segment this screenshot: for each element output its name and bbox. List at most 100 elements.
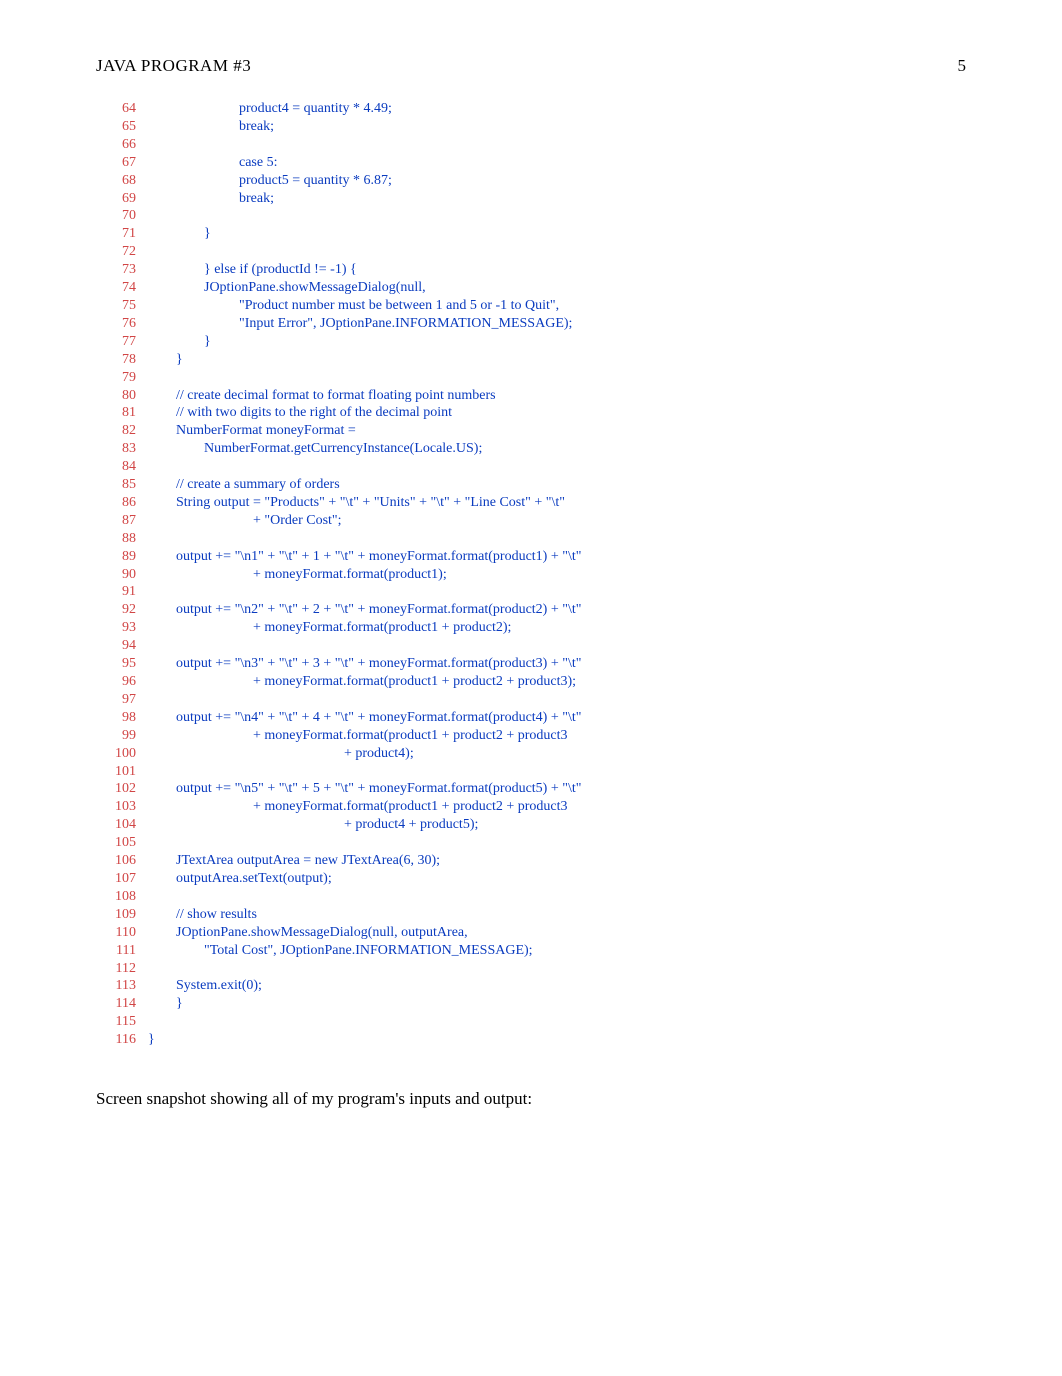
code-line: 84 bbox=[96, 458, 966, 476]
code-text bbox=[136, 637, 148, 655]
code-line: 79 bbox=[96, 369, 966, 387]
code-text bbox=[136, 834, 148, 852]
code-line: 97 bbox=[96, 691, 966, 709]
line-number: 104 bbox=[96, 816, 136, 834]
code-line: 113 System.exit(0); bbox=[96, 977, 966, 995]
code-line: 109 // show results bbox=[96, 906, 966, 924]
code-text: } bbox=[136, 225, 211, 243]
line-number: 66 bbox=[96, 136, 136, 154]
code-text bbox=[136, 1013, 148, 1031]
line-number: 94 bbox=[96, 637, 136, 655]
line-number: 99 bbox=[96, 727, 136, 745]
code-line: 74 JOptionPane.showMessageDialog(null, bbox=[96, 279, 966, 297]
code-text: // with two digits to the right of the d… bbox=[136, 404, 452, 422]
code-line: 70 bbox=[96, 207, 966, 225]
line-number: 106 bbox=[96, 852, 136, 870]
code-text bbox=[136, 136, 148, 154]
line-number: 68 bbox=[96, 172, 136, 190]
line-number: 114 bbox=[96, 995, 136, 1013]
line-number: 105 bbox=[96, 834, 136, 852]
code-line: 73 } else if (productId != -1) { bbox=[96, 261, 966, 279]
code-text: + moneyFormat.format(product1 + product2… bbox=[136, 727, 568, 745]
line-number: 67 bbox=[96, 154, 136, 172]
line-number: 115 bbox=[96, 1013, 136, 1031]
code-line: 86 String output = "Products" + "\t" + "… bbox=[96, 494, 966, 512]
line-number: 98 bbox=[96, 709, 136, 727]
code-line: 83 NumberFormat.getCurrencyInstance(Loca… bbox=[96, 440, 966, 458]
code-text: "Product number must be between 1 and 5 … bbox=[136, 297, 559, 315]
line-number: 108 bbox=[96, 888, 136, 906]
code-line: 95 output += "\n3" + "\t" + 3 + "\t" + m… bbox=[96, 655, 966, 673]
line-number: 116 bbox=[96, 1031, 136, 1049]
line-number: 78 bbox=[96, 351, 136, 369]
code-text: output += "\n2" + "\t" + 2 + "\t" + mone… bbox=[136, 601, 581, 619]
code-line: 100 + product4); bbox=[96, 745, 966, 763]
code-line: 104 + product4 + product5); bbox=[96, 816, 966, 834]
code-text: } bbox=[136, 333, 211, 351]
code-text: // show results bbox=[136, 906, 257, 924]
code-text: System.exit(0); bbox=[136, 977, 262, 995]
code-line: 89 output += "\n1" + "\t" + 1 + "\t" + m… bbox=[96, 548, 966, 566]
line-number: 88 bbox=[96, 530, 136, 548]
code-text: } bbox=[136, 1031, 155, 1049]
header-title: JAVA PROGRAM #3 bbox=[96, 56, 251, 76]
code-line: 112 bbox=[96, 960, 966, 978]
code-text: JOptionPane.showMessageDialog(null, outp… bbox=[136, 924, 468, 942]
code-text: output += "\n1" + "\t" + 1 + "\t" + mone… bbox=[136, 548, 581, 566]
line-number: 101 bbox=[96, 763, 136, 781]
code-line: 114 } bbox=[96, 995, 966, 1013]
code-text: "Input Error", JOptionPane.INFORMATION_M… bbox=[136, 315, 572, 333]
line-number: 81 bbox=[96, 404, 136, 422]
line-number: 109 bbox=[96, 906, 136, 924]
code-text: } bbox=[136, 995, 183, 1013]
code-line: 78 } bbox=[96, 351, 966, 369]
code-line: 92 output += "\n2" + "\t" + 2 + "\t" + m… bbox=[96, 601, 966, 619]
code-line: 69 break; bbox=[96, 190, 966, 208]
code-text: + product4 + product5); bbox=[136, 816, 478, 834]
code-text bbox=[136, 960, 148, 978]
code-text bbox=[136, 763, 148, 781]
code-line: 99 + moneyFormat.format(product1 + produ… bbox=[96, 727, 966, 745]
code-text: outputArea.setText(output); bbox=[136, 870, 332, 888]
code-line: 105 bbox=[96, 834, 966, 852]
line-number: 89 bbox=[96, 548, 136, 566]
line-number: 92 bbox=[96, 601, 136, 619]
line-number: 65 bbox=[96, 118, 136, 136]
code-text: + moneyFormat.format(product1); bbox=[136, 566, 447, 584]
line-number: 80 bbox=[96, 387, 136, 405]
code-text bbox=[136, 458, 148, 476]
code-text: + "Order Cost"; bbox=[136, 512, 342, 530]
code-text bbox=[136, 243, 148, 261]
code-line: 65 break; bbox=[96, 118, 966, 136]
line-number: 84 bbox=[96, 458, 136, 476]
line-number: 113 bbox=[96, 977, 136, 995]
code-line: 64 product4 = quantity * 4.49; bbox=[96, 100, 966, 118]
code-text: } bbox=[136, 351, 183, 369]
code-text: JOptionPane.showMessageDialog(null, bbox=[136, 279, 426, 297]
line-number: 87 bbox=[96, 512, 136, 530]
code-line: 103 + moneyFormat.format(product1 + prod… bbox=[96, 798, 966, 816]
code-line: 68 product5 = quantity * 6.87; bbox=[96, 172, 966, 190]
code-line: 90 + moneyFormat.format(product1); bbox=[96, 566, 966, 584]
code-text bbox=[136, 888, 148, 906]
code-line: 111 "Total Cost", JOptionPane.INFORMATIO… bbox=[96, 942, 966, 960]
code-line: 110 JOptionPane.showMessageDialog(null, … bbox=[96, 924, 966, 942]
line-number: 97 bbox=[96, 691, 136, 709]
code-text: + moneyFormat.format(product1 + product2… bbox=[136, 798, 568, 816]
code-line: 108 bbox=[96, 888, 966, 906]
code-text: NumberFormat moneyFormat = bbox=[136, 422, 356, 440]
code-line: 76 "Input Error", JOptionPane.INFORMATIO… bbox=[96, 315, 966, 333]
code-line: 88 bbox=[96, 530, 966, 548]
caption-text: Screen snapshot showing all of my progra… bbox=[96, 1089, 966, 1109]
line-number: 107 bbox=[96, 870, 136, 888]
code-text: + product4); bbox=[136, 745, 414, 763]
line-number: 76 bbox=[96, 315, 136, 333]
code-line: 101 bbox=[96, 763, 966, 781]
code-line: 94 bbox=[96, 637, 966, 655]
line-number: 95 bbox=[96, 655, 136, 673]
line-number: 79 bbox=[96, 369, 136, 387]
code-line: 82 NumberFormat moneyFormat = bbox=[96, 422, 966, 440]
code-line: 98 output += "\n4" + "\t" + 4 + "\t" + m… bbox=[96, 709, 966, 727]
code-line: 87 + "Order Cost"; bbox=[96, 512, 966, 530]
line-number: 82 bbox=[96, 422, 136, 440]
